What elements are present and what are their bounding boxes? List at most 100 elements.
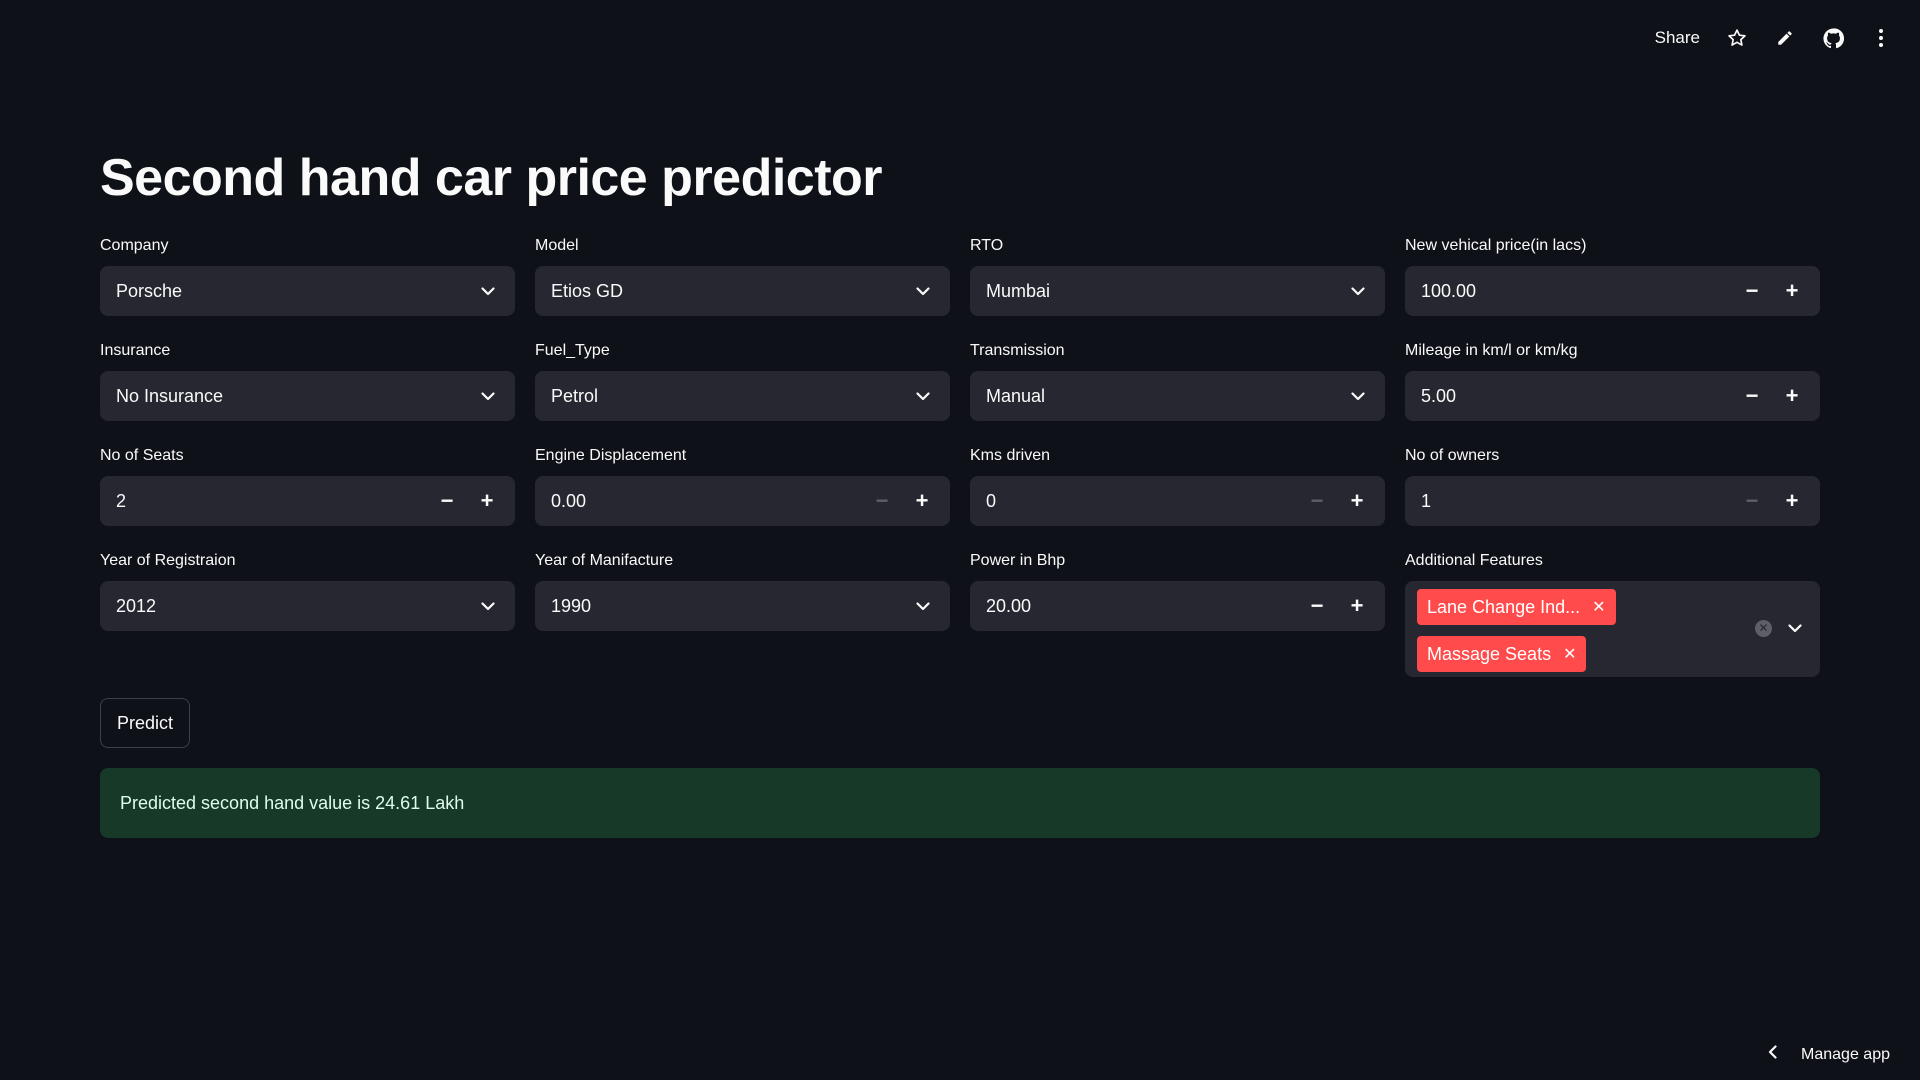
pencil-icon[interactable] [1774,27,1796,49]
manage-app-button[interactable]: Manage app [1768,1045,1890,1064]
minus-button[interactable]: − [1732,371,1772,421]
seats-label: No of Seats [100,447,184,464]
new-price-value[interactable]: 100.00 [1421,281,1732,302]
plus-button[interactable]: + [1337,581,1377,631]
plus-button[interactable]: + [902,476,942,526]
feature-tag-label: Massage Seats [1427,643,1552,664]
insurance-value: No Insurance [116,385,224,406]
feature-tag[interactable]: Massage Seats ✕ [1417,636,1587,672]
power-input[interactable]: 20.00 − + [970,581,1385,631]
mileage-label: Mileage in km/l or km/kg [1405,342,1578,359]
close-icon[interactable]: ✕ [1592,597,1605,617]
mileage-field: Mileage in km/l or km/kg 5.00 − + [1405,339,1820,444]
minus-button[interactable]: − [1732,476,1772,526]
predict-button[interactable]: Predict [100,698,191,748]
insurance-field: Insurance No Insurance [100,339,515,444]
engine-stepper: − + [862,476,942,526]
rto-label: RTO [970,237,1004,254]
chevron-down-icon[interactable] [477,385,499,407]
fuel-type-select[interactable]: Petrol [535,371,950,421]
insurance-label: Insurance [100,342,171,359]
rto-value: Mumbai [986,280,1051,301]
clear-all-icon[interactable]: ✕ [1755,619,1772,637]
chevron-left-icon [1768,1045,1777,1064]
model-label: Model [535,237,579,254]
chevron-down-icon[interactable] [912,385,934,407]
company-select[interactable]: Porsche [100,266,515,316]
github-icon[interactable] [1822,27,1844,49]
new-price-input[interactable]: 100.00 − + [1405,266,1820,316]
kms-value[interactable]: 0 [986,491,1297,512]
year-reg-label: Year of Registraion [100,552,236,569]
seats-input[interactable]: 2 − + [100,476,515,526]
rto-select[interactable]: Mumbai [970,266,1385,316]
minus-button[interactable]: − [1297,581,1337,631]
chevron-down-icon[interactable] [1347,280,1369,302]
transmission-value: Manual [986,385,1046,406]
minus-button[interactable]: − [1297,476,1337,526]
chevron-down-icon[interactable] [1347,385,1369,407]
model-select[interactable]: Etios GD [535,266,950,316]
year-reg-value: 2012 [116,595,157,616]
model-value: Etios GD [551,280,624,301]
insurance-select[interactable]: No Insurance [100,371,515,421]
chevron-down-icon[interactable] [477,595,499,617]
power-field: Power in Bhp 20.00 − + [970,549,1385,654]
share-button[interactable]: Share [1655,28,1700,48]
feature-tag[interactable]: Lane Change Ind... ✕ [1417,589,1616,625]
engine-label: Engine Displacement [535,447,687,464]
fuel-type-label: Fuel_Type [535,342,610,359]
kms-field: Kms driven 0 − + [970,444,1385,549]
plus-button[interactable]: + [1772,476,1812,526]
company-value: Porsche [116,280,183,301]
kms-input[interactable]: 0 − + [970,476,1385,526]
year-reg-select[interactable]: 2012 [100,581,515,631]
model-field: Model Etios GD [535,234,950,339]
chevron-down-icon[interactable] [1784,617,1806,639]
fuel-type-value: Petrol [551,385,599,406]
chevron-down-icon[interactable] [477,280,499,302]
star-icon[interactable] [1726,27,1748,49]
power-label: Power in Bhp [970,552,1066,569]
result-text: Predicted second hand value is 24.61 Lak… [120,792,465,813]
new-price-stepper: − + [1732,266,1812,316]
plus-button[interactable]: + [467,476,507,526]
power-value[interactable]: 20.00 [986,596,1297,617]
success-alert: Predicted second hand value is 24.61 Lak… [100,768,1820,838]
chevron-down-icon[interactable] [912,595,934,617]
mileage-value[interactable]: 5.00 [1421,386,1732,407]
plus-button[interactable]: + [1772,266,1812,316]
top-toolbar: Share [1655,20,1892,56]
year-mfg-value: 1990 [551,595,592,616]
minus-button[interactable]: − [427,476,467,526]
features-field: Additional Features Lane Change Ind... ✕ … [1405,549,1820,677]
transmission-select[interactable]: Manual [970,371,1385,421]
year-mfg-select[interactable]: 1990 [535,581,950,631]
seats-value[interactable]: 2 [116,491,427,512]
feature-tag-label: Lane Change Ind... [1427,596,1581,617]
seats-stepper: − + [427,476,507,526]
engine-field: Engine Displacement 0.00 − + [535,444,950,549]
minus-button[interactable]: − [1732,266,1772,316]
chevron-down-icon[interactable] [912,280,934,302]
kebab-menu-icon[interactable] [1870,27,1892,49]
manage-app-label: Manage app [1801,1045,1890,1063]
transmission-field: Transmission Manual [970,339,1385,444]
features-multiselect[interactable]: Lane Change Ind... ✕ Massage Seats ✕ ✕ [1405,581,1820,677]
owners-input[interactable]: 1 − + [1405,476,1820,526]
minus-button[interactable]: − [862,476,902,526]
year-mfg-label: Year of Manifacture [535,552,674,569]
owners-stepper: − + [1732,476,1812,526]
engine-value[interactable]: 0.00 [551,491,862,512]
mileage-stepper: − + [1732,371,1812,421]
plus-button[interactable]: + [1772,371,1812,421]
plus-button[interactable]: + [1337,476,1377,526]
close-icon[interactable]: ✕ [1563,644,1576,664]
year-reg-field: Year of Registraion 2012 [100,549,515,654]
engine-input[interactable]: 0.00 − + [535,476,950,526]
kms-stepper: − + [1297,476,1377,526]
mileage-input[interactable]: 5.00 − + [1405,371,1820,421]
new-price-label: New vehical price(in lacs) [1405,237,1587,254]
owners-label: No of owners [1405,447,1500,464]
owners-value[interactable]: 1 [1421,491,1732,512]
